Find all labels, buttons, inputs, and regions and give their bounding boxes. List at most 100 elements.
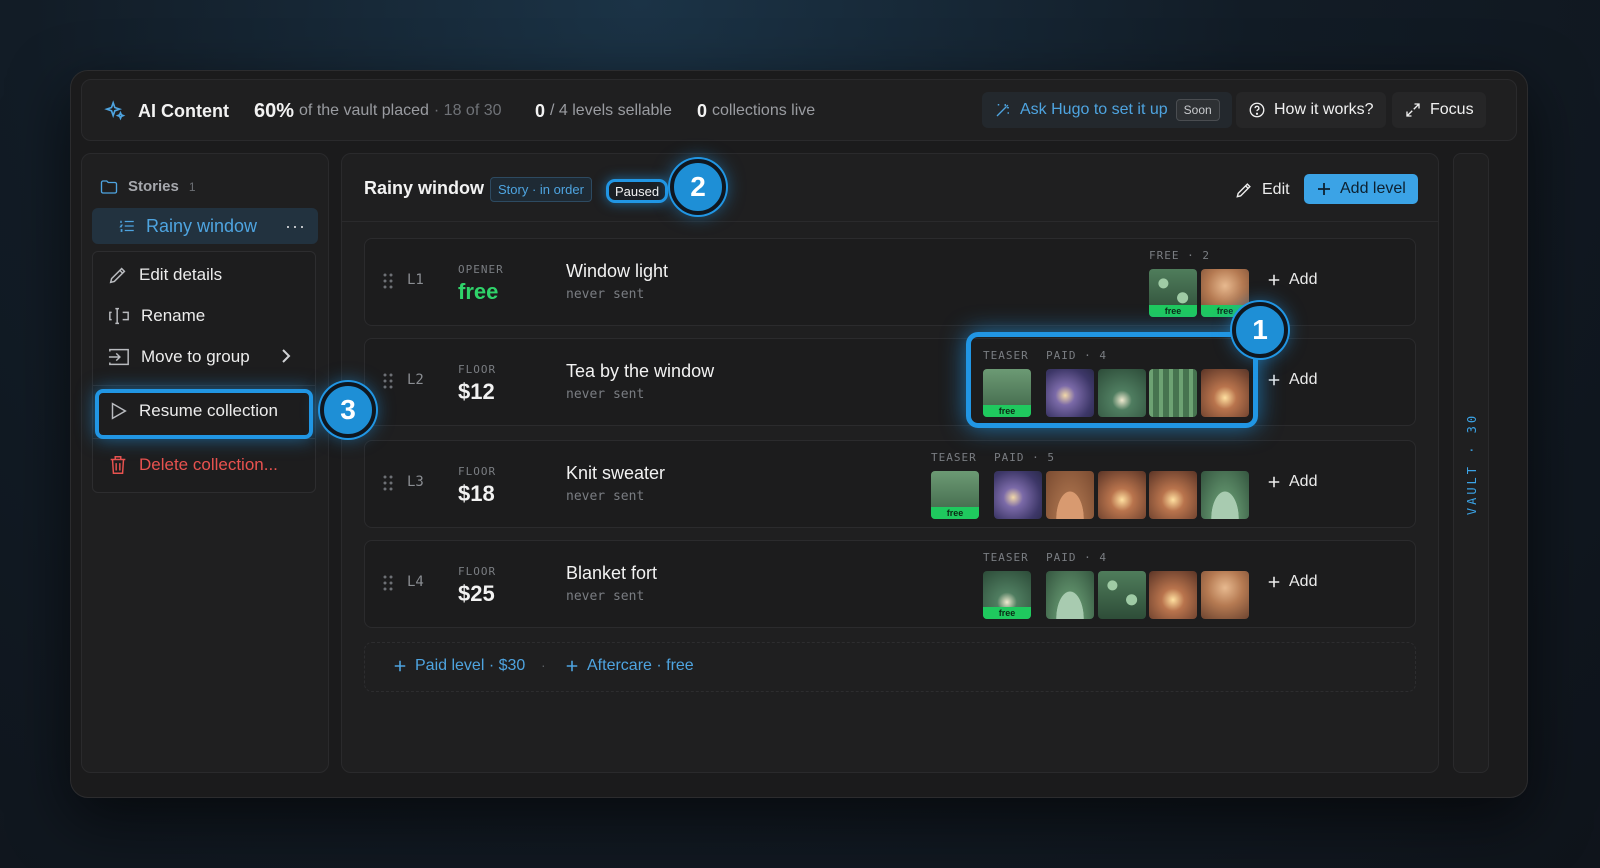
callout-badge-3: 3	[320, 382, 376, 438]
media-thumbnail[interactable]: free	[983, 571, 1031, 619]
add-level-row: Paid level · $30 · Aftercare · free	[364, 642, 1416, 692]
ordered-list-icon	[119, 220, 134, 232]
pencil-icon	[1236, 183, 1251, 198]
group-stories[interactable]: Stories 1	[100, 178, 196, 195]
vault-rail-label: VAULT · 30	[1465, 412, 1479, 516]
drag-handle-icon[interactable]	[383, 575, 393, 591]
add-aftercare-label: Aftercare · free	[587, 657, 694, 674]
drag-handle-icon[interactable]	[383, 373, 393, 389]
vault-stat: 60% of the vault placed · 18 of 30	[254, 80, 502, 142]
callout-badge-1: 1	[1232, 302, 1288, 358]
edit-label: Edit	[1262, 181, 1290, 198]
sidebar-item-rainy-window[interactable]: Rainy window ···	[92, 208, 318, 244]
brand-label: AI Content	[138, 100, 229, 121]
media-thumbnail[interactable]	[1098, 471, 1146, 519]
type-tag: Story · in order	[490, 177, 592, 202]
focus-button[interactable]: Focus	[1392, 92, 1486, 128]
free-badge: free	[931, 507, 979, 519]
media-thumbnail[interactable]	[1201, 471, 1249, 519]
ask-hugo-button[interactable]: Ask Hugo to set it up Soon	[982, 92, 1232, 128]
media-thumbnail[interactable]	[1149, 471, 1197, 519]
plus-icon	[1268, 274, 1280, 286]
collections-stat: 0 collections live	[697, 80, 815, 142]
collections-number: 0	[697, 100, 708, 121]
paid-group-label: PAID · 5	[994, 451, 1055, 464]
menu-divider	[93, 385, 315, 386]
tier-label: FLOOR	[458, 565, 497, 578]
edit-button[interactable]: Edit	[1234, 174, 1290, 206]
add-media-button[interactable]: Add	[1267, 473, 1317, 491]
media-thumbnail[interactable]: free	[1149, 269, 1197, 317]
menu-delete-label: Delete collection...	[139, 455, 278, 474]
separator: ·	[541, 657, 546, 673]
level-title: Tea by the window	[566, 361, 715, 381]
media-thumbnail[interactable]	[1201, 571, 1249, 619]
add-media-button[interactable]: Add	[1267, 271, 1317, 289]
menu-delete-collection[interactable]: Delete collection...	[107, 450, 278, 480]
menu-edit-label: Edit details	[139, 265, 223, 284]
how-it-works-label: How it works?	[1274, 101, 1374, 118]
context-menu: Edit details Rename Move to group Resume…	[92, 251, 316, 493]
vault-count: · 18 of 30	[433, 102, 502, 119]
level-number: L2	[407, 372, 424, 388]
expand-icon	[1406, 103, 1420, 117]
tier-label: OPENER	[458, 263, 504, 276]
drag-handle-icon[interactable]	[383, 475, 393, 491]
collection-header: Rainy window Story · in order Paused Edi…	[342, 154, 1438, 222]
add-label: Add	[1289, 573, 1318, 590]
level-status: never sent	[566, 589, 645, 604]
sidebar: Stories 1 Rainy window ··· Edit details …	[81, 153, 329, 773]
tier-price: $18	[458, 481, 495, 506]
more-options-button[interactable]: ···	[285, 216, 306, 237]
media-thumbnail[interactable]	[1046, 571, 1094, 619]
move-into-icon	[108, 348, 129, 366]
media-thumbnail[interactable]: free	[931, 471, 979, 519]
media-thumbnail[interactable]	[994, 471, 1042, 519]
vault-rail[interactable]: VAULT · 30	[1453, 153, 1489, 773]
brand: AI Content	[104, 80, 229, 142]
level-row[interactable]: L4 FLOOR $25 Blanket fort never sent TEA…	[364, 540, 1416, 628]
level-number: L4	[407, 574, 424, 590]
media-thumbnail[interactable]	[1098, 571, 1146, 619]
level-status: never sent	[566, 489, 645, 504]
menu-rename[interactable]: Rename	[107, 301, 205, 331]
level-title: Blanket fort	[566, 563, 658, 583]
add-level-button[interactable]: Add level	[1304, 174, 1418, 204]
ask-hugo-label: Ask Hugo to set it up	[1020, 101, 1168, 118]
plus-icon	[1268, 576, 1280, 588]
tier-price: free	[458, 279, 499, 304]
pencil-icon	[109, 267, 126, 284]
menu-edit-details[interactable]: Edit details	[107, 260, 222, 290]
paid-group-label: PAID · 4	[1046, 551, 1107, 564]
vault-text: of the vault placed	[299, 102, 429, 119]
resume-highlight	[95, 389, 313, 439]
add-media-button[interactable]: Add	[1267, 573, 1317, 591]
add-aftercare-button[interactable]: Aftercare · free	[565, 657, 694, 675]
plus-icon	[394, 660, 406, 672]
how-it-works-button[interactable]: How it works?	[1236, 92, 1386, 128]
menu-move-to-group[interactable]: Move to group	[107, 342, 250, 372]
group-label: Stories	[128, 178, 179, 195]
level-status: never sent	[566, 287, 645, 302]
media-thumbnail[interactable]	[1046, 471, 1094, 519]
level-title: Window light	[566, 261, 669, 281]
main-panel: Rainy window Story · in order Paused Edi…	[341, 153, 1439, 773]
menu-rename-label: Rename	[141, 306, 206, 325]
drag-handle-icon[interactable]	[383, 273, 393, 289]
add-media-button[interactable]: Add	[1267, 371, 1317, 389]
app-window: AI Content 60% of the vault placed · 18 …	[70, 70, 1528, 798]
add-label: Add	[1289, 271, 1318, 288]
sidebar-item-label: Rainy window	[146, 215, 258, 236]
free-group-label: FREE · 2	[1149, 249, 1210, 262]
add-paid-level-label: Paid level · $30	[415, 657, 526, 674]
status-badge[interactable]: Paused	[606, 179, 669, 203]
trash-icon	[110, 456, 126, 474]
text-cursor-icon	[109, 307, 129, 325]
soon-badge: Soon	[1175, 99, 1220, 121]
level-row[interactable]: L3 FLOOR $18 Knit sweater never sent TEA…	[364, 440, 1416, 528]
paid-media-highlight	[966, 332, 1258, 428]
free-badge: free	[1149, 305, 1197, 317]
add-level-label: Add level	[1340, 180, 1406, 197]
add-paid-level-button[interactable]: Paid level · $30	[393, 657, 525, 675]
media-thumbnail[interactable]	[1149, 571, 1197, 619]
